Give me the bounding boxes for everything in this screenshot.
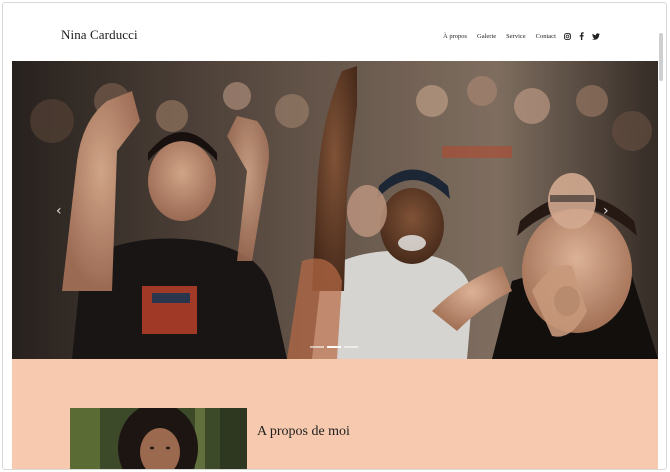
browser-frame: Nina Carducci À propos Galerie Service C… [2,2,667,470]
hero-carousel[interactable]: ‹ › [12,61,658,359]
site-title[interactable]: Nina Carducci [61,27,138,43]
carousel-dot-3[interactable] [344,346,358,348]
social-links [564,32,606,40]
about-title: A propos de moi [257,424,350,439]
carousel-dot-1[interactable] [310,346,324,348]
about-portrait-image [70,408,247,469]
scrollbar[interactable] [659,33,663,81]
nav-link-galerie[interactable]: Galerie [477,33,496,40]
carousel-dot-2[interactable] [327,346,341,348]
twitter-icon[interactable] [591,32,600,40]
carousel-indicators [310,346,361,348]
hero-image-crowd [12,61,658,359]
instagram-icon[interactable] [564,32,572,40]
main-nav: À propos Galerie Service Contact [443,32,606,40]
nav-link-service[interactable]: Service [506,33,526,40]
about-section: A propos de moi [12,359,658,469]
chevron-right-icon[interactable]: › [603,203,609,219]
facebook-icon[interactable] [578,32,586,40]
chevron-left-icon[interactable]: ‹ [56,203,62,219]
nav-link-a-propos[interactable]: À propos [443,33,467,40]
nav-link-contact[interactable]: Contact [536,33,556,40]
